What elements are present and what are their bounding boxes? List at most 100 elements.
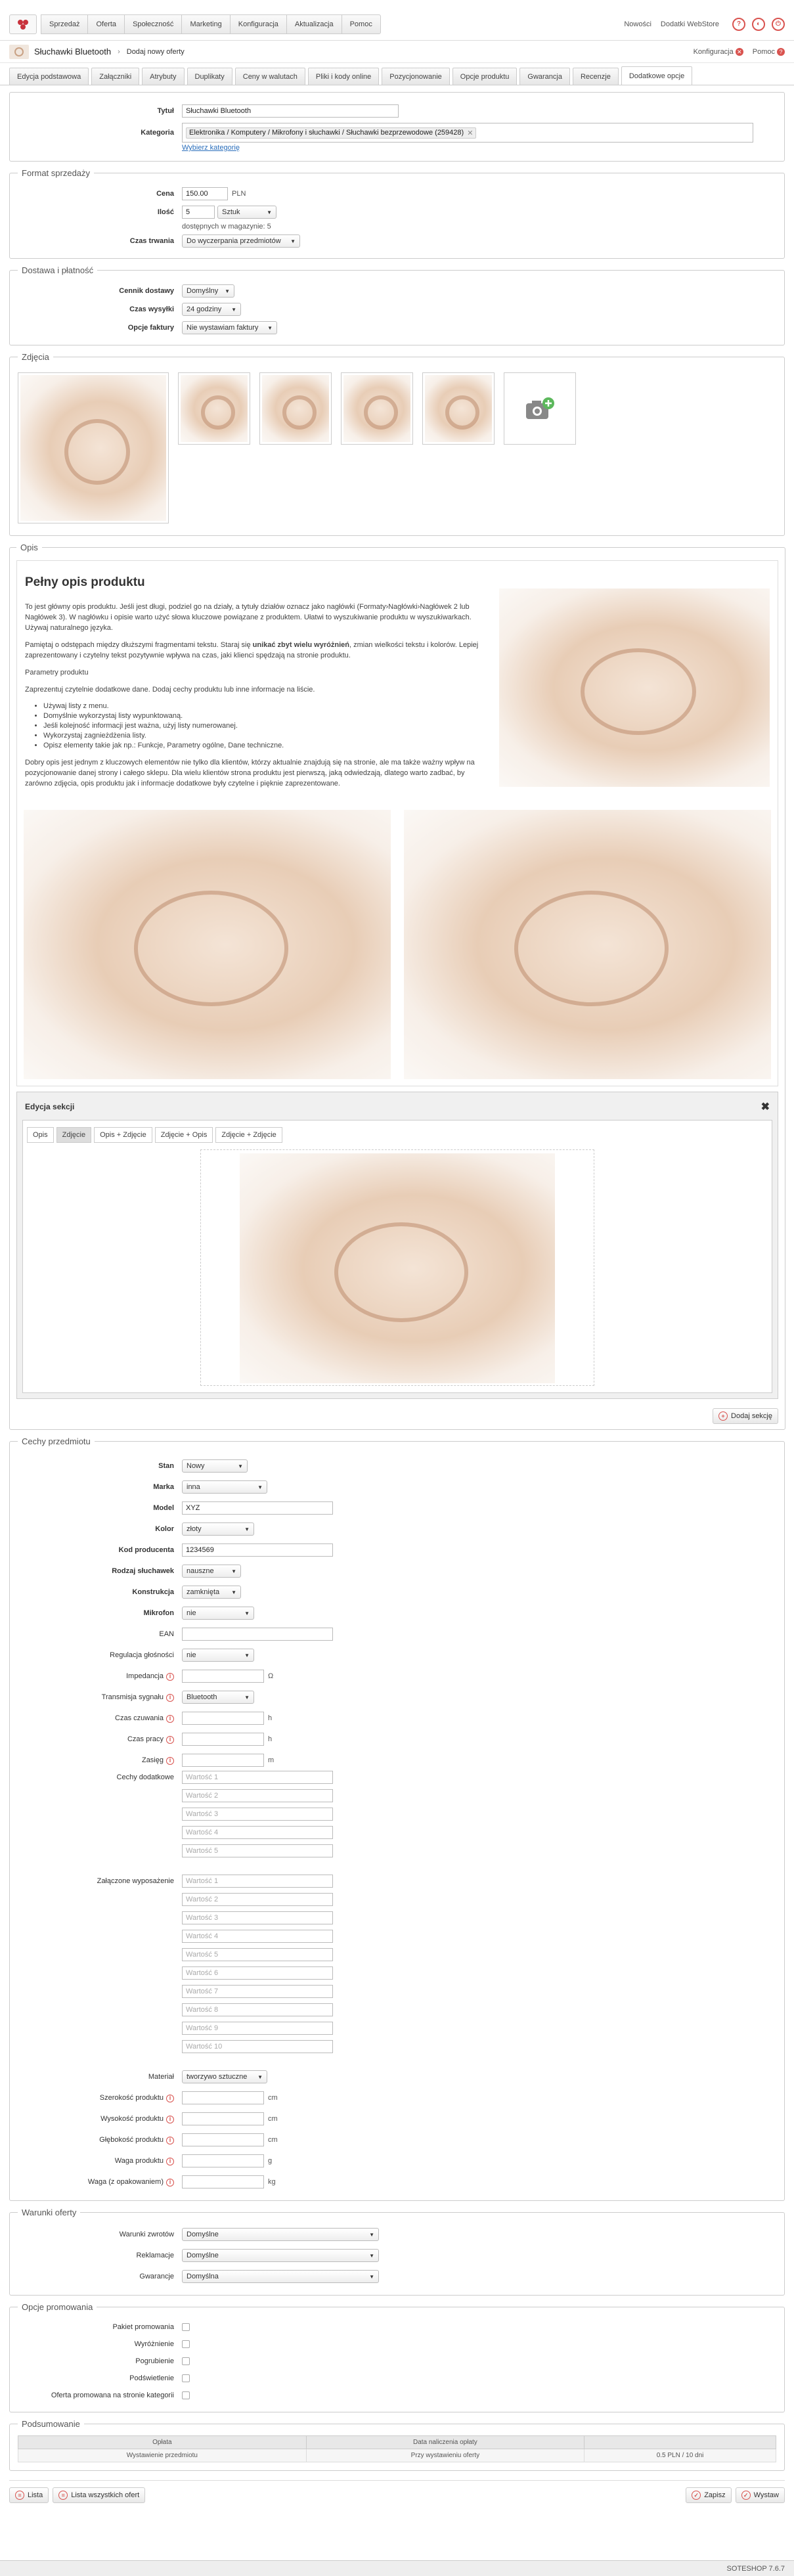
price-list-select[interactable]: Domyślny ▼	[182, 284, 234, 298]
menu-spolecznosc[interactable]: Społeczność	[124, 14, 183, 34]
worktime-input[interactable]	[182, 1733, 264, 1746]
tab-atrybuty[interactable]: Atrybuty	[142, 68, 185, 85]
quantity-unit-select[interactable]: Sztuk ▼	[217, 206, 276, 219]
info-icon[interactable]: i	[166, 2178, 174, 2187]
equipment-input[interactable]: Wartość 1	[182, 1875, 333, 1888]
choose-category-link[interactable]: Wybierz kategorię	[182, 144, 240, 152]
menu-aktualizacja[interactable]: Aktualizacja	[286, 14, 342, 34]
price-input[interactable]: 150.00	[182, 187, 228, 200]
list-button[interactable]: ≡ Lista	[9, 2487, 49, 2503]
info-icon[interactable]: i	[166, 2157, 174, 2165]
menu-marketing[interactable]: Marketing	[181, 14, 231, 34]
tab-opcje-produktu[interactable]: Opcje produktu	[452, 68, 518, 85]
publish-button[interactable]: ✓ Wystaw	[735, 2487, 785, 2503]
info-icon[interactable]: i	[166, 1735, 174, 1744]
menu-pomoc[interactable]: Pomoc	[341, 14, 381, 34]
tab-gwarancja[interactable]: Gwarancja	[519, 68, 570, 85]
save-button[interactable]: ✓ Zapisz	[686, 2487, 732, 2503]
ean-input[interactable]	[182, 1628, 333, 1641]
material-select[interactable]: tworzywo sztuczne ▼	[182, 2070, 267, 2083]
tab-pozycjonowanie[interactable]: Pozycjonowanie	[382, 68, 450, 85]
tab-pliki-i-kody[interactable]: Pliki i kody online	[307, 68, 380, 85]
photo-thumbnail[interactable]	[341, 372, 413, 445]
photo-thumbnail[interactable]	[178, 372, 250, 445]
equipment-input[interactable]: Wartość 8	[182, 2003, 333, 2016]
section-type-opis-zdjecie[interactable]: Opis + Zdjęcie	[94, 1127, 152, 1143]
standby-input[interactable]	[182, 1712, 264, 1725]
list-all-button[interactable]: ≡ Lista wszystkich ofert	[53, 2487, 146, 2503]
description-block[interactable]: Pełny opis produktu To jest główny opis …	[17, 561, 778, 803]
close-icon[interactable]: ✖	[761, 1100, 770, 1113]
help-link[interactable]: Pomoc?	[753, 47, 785, 56]
invoice-select[interactable]: Nie wystawiam faktury ▼	[182, 321, 277, 334]
height-input[interactable]	[182, 2112, 264, 2125]
section-image-dropzone[interactable]	[200, 1149, 594, 1386]
section-type-zdjecie[interactable]: Zdjęcie	[56, 1127, 92, 1143]
promo-checkbox[interactable]	[182, 2391, 190, 2399]
extra-feature-input[interactable]: Wartość 3	[182, 1808, 333, 1821]
tab-edycja-podstawowa[interactable]: Edycja podstawowa	[9, 68, 89, 85]
logout-icon[interactable]: ⏻	[772, 17, 785, 31]
info-icon[interactable]: i	[166, 1693, 174, 1702]
range-input[interactable]	[182, 1754, 264, 1767]
brand-select[interactable]: inna ▼	[182, 1480, 267, 1494]
warranty-select[interactable]: Domyślna ▼	[182, 2270, 379, 2283]
volume-select[interactable]: nie ▼	[182, 1649, 254, 1662]
description-images-block[interactable]	[17, 803, 778, 1086]
info-icon[interactable]: i	[166, 2136, 174, 2144]
transmission-select[interactable]: Bluetooth ▼	[182, 1691, 254, 1704]
title-input[interactable]: Słuchawki Bluetooth	[182, 104, 399, 118]
tab-zalaczniki[interactable]: Załączniki	[91, 68, 140, 85]
duration-select[interactable]: Do wyczerpania przedmiotów ▼	[182, 234, 300, 248]
construction-select[interactable]: zamknięta ▼	[182, 1586, 241, 1599]
promo-checkbox[interactable]	[182, 2340, 190, 2348]
section-type-zdjecie-opis[interactable]: Zdjęcie + Opis	[154, 1127, 213, 1143]
extra-feature-input[interactable]: Wartość 5	[182, 1844, 333, 1857]
tab-ceny-w-walutach[interactable]: Ceny w walutach	[234, 68, 305, 85]
tab-duplikaty[interactable]: Duplikaty	[187, 68, 232, 85]
info-icon[interactable]: i	[166, 1672, 174, 1681]
extra-feature-input[interactable]: Wartość 1	[182, 1771, 333, 1784]
returns-select[interactable]: Domyślne ▼	[182, 2228, 379, 2241]
equipment-input[interactable]: Wartość 3	[182, 1911, 333, 1924]
config-link[interactable]: Konfiguracja ✕	[694, 47, 743, 56]
headphone-type-select[interactable]: nauszne ▼	[182, 1565, 241, 1578]
extra-feature-input[interactable]: Wartość 4	[182, 1826, 333, 1839]
menu-konfiguracja[interactable]: Konfiguracja	[229, 14, 287, 34]
photo-thumbnail[interactable]	[259, 372, 332, 445]
addons-link[interactable]: Dodatki WebStore	[661, 20, 719, 28]
weight-input[interactable]	[182, 2154, 264, 2167]
equipment-input[interactable]: Wartość 5	[182, 1948, 333, 1961]
promo-checkbox[interactable]	[182, 2357, 190, 2365]
section-type-zdjecie-zdjecie[interactable]: Zdjęcie + Zdjęcie	[215, 1127, 282, 1143]
equipment-input[interactable]: Wartość 10	[182, 2040, 333, 2053]
info-icon[interactable]: i	[166, 2115, 174, 2123]
model-input[interactable]: XYZ	[182, 1501, 333, 1515]
menu-sprzedaz[interactable]: Sprzedaż	[41, 14, 89, 34]
equipment-input[interactable]: Wartość 9	[182, 2022, 333, 2035]
info-icon[interactable]: i	[166, 1756, 174, 1765]
info-icon[interactable]: i	[166, 1714, 174, 1723]
depth-input[interactable]	[182, 2133, 264, 2146]
equipment-input[interactable]: Wartość 6	[182, 1966, 333, 1980]
add-section-button[interactable]: + Dodaj sekcję	[713, 1408, 778, 1424]
weight-pack-input[interactable]	[182, 2175, 264, 2188]
menu-oferta[interactable]: Oferta	[87, 14, 125, 34]
category-field[interactable]: Elektronika / Komputery / Mikrofony i sł…	[182, 123, 753, 143]
main-photo[interactable]	[18, 372, 169, 523]
complaints-select[interactable]: Domyślne ▼	[182, 2249, 379, 2262]
color-select[interactable]: złoty ▼	[182, 1522, 254, 1536]
promo-checkbox[interactable]	[182, 2323, 190, 2331]
section-type-opis[interactable]: Opis	[27, 1127, 54, 1143]
logo[interactable]	[9, 14, 37, 34]
equipment-input[interactable]: Wartość 4	[182, 1930, 333, 1943]
state-select[interactable]: Nowy ▼	[182, 1459, 248, 1473]
news-link[interactable]: Nowości	[624, 20, 651, 28]
code-input[interactable]: 1234569	[182, 1543, 333, 1557]
promo-checkbox[interactable]	[182, 2374, 190, 2382]
globe-icon[interactable]: ◐	[752, 17, 765, 31]
info-icon[interactable]: i	[166, 2094, 174, 2102]
impedance-input[interactable]	[182, 1670, 264, 1683]
quantity-input[interactable]: 5	[182, 206, 215, 219]
remove-tag-icon[interactable]: ✕	[467, 129, 473, 137]
